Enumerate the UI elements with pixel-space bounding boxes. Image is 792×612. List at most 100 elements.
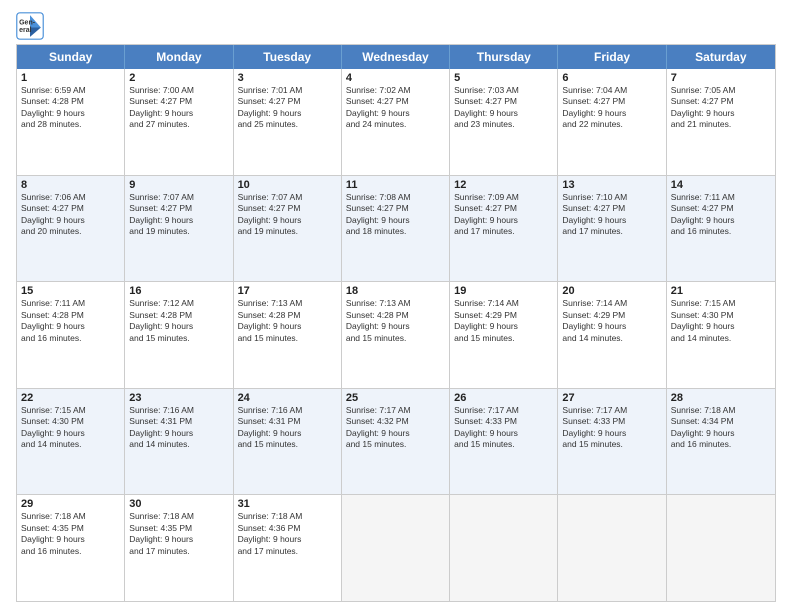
day-number: 6 [562, 72, 661, 84]
day-number: 30 [129, 498, 228, 510]
weekday-header: Sunday [17, 45, 125, 69]
cell-details: Sunrise: 7:14 AMSunset: 4:29 PMDaylight:… [454, 298, 553, 344]
calendar-cell: 13Sunrise: 7:10 AMSunset: 4:27 PMDayligh… [558, 176, 666, 282]
calendar: SundayMondayTuesdayWednesdayThursdayFrid… [16, 44, 776, 602]
calendar-cell: 24Sunrise: 7:16 AMSunset: 4:31 PMDayligh… [234, 389, 342, 495]
cell-details: Sunrise: 7:05 AMSunset: 4:27 PMDaylight:… [671, 85, 771, 131]
day-number: 5 [454, 72, 553, 84]
cell-details: Sunrise: 7:02 AMSunset: 4:27 PMDaylight:… [346, 85, 445, 131]
empty-cell [667, 495, 775, 601]
day-number: 8 [21, 179, 120, 191]
calendar-cell: 25Sunrise: 7:17 AMSunset: 4:32 PMDayligh… [342, 389, 450, 495]
svg-text:Gen-: Gen- [19, 19, 36, 26]
day-number: 3 [238, 72, 337, 84]
cell-details: Sunrise: 7:08 AMSunset: 4:27 PMDaylight:… [346, 192, 445, 238]
cell-details: Sunrise: 7:10 AMSunset: 4:27 PMDaylight:… [562, 192, 661, 238]
calendar-row: 15Sunrise: 7:11 AMSunset: 4:28 PMDayligh… [17, 282, 775, 389]
calendar-cell: 1Sunrise: 6:59 AMSunset: 4:28 PMDaylight… [17, 69, 125, 175]
cell-details: Sunrise: 7:16 AMSunset: 4:31 PMDaylight:… [129, 405, 228, 451]
day-number: 19 [454, 285, 553, 297]
calendar-cell: 15Sunrise: 7:11 AMSunset: 4:28 PMDayligh… [17, 282, 125, 388]
calendar-cell: 19Sunrise: 7:14 AMSunset: 4:29 PMDayligh… [450, 282, 558, 388]
calendar-row: 22Sunrise: 7:15 AMSunset: 4:30 PMDayligh… [17, 389, 775, 496]
calendar-cell: 22Sunrise: 7:15 AMSunset: 4:30 PMDayligh… [17, 389, 125, 495]
cell-details: Sunrise: 7:15 AMSunset: 4:30 PMDaylight:… [21, 405, 120, 451]
cell-details: Sunrise: 7:11 AMSunset: 4:28 PMDaylight:… [21, 298, 120, 344]
calendar-cell: 27Sunrise: 7:17 AMSunset: 4:33 PMDayligh… [558, 389, 666, 495]
calendar-cell: 23Sunrise: 7:16 AMSunset: 4:31 PMDayligh… [125, 389, 233, 495]
cell-details: Sunrise: 7:18 AMSunset: 4:35 PMDaylight:… [129, 511, 228, 557]
cell-details: Sunrise: 7:15 AMSunset: 4:30 PMDaylight:… [671, 298, 771, 344]
cell-details: Sunrise: 7:07 AMSunset: 4:27 PMDaylight:… [129, 192, 228, 238]
cell-details: Sunrise: 7:12 AMSunset: 4:28 PMDaylight:… [129, 298, 228, 344]
weekday-header: Tuesday [234, 45, 342, 69]
calendar-cell: 31Sunrise: 7:18 AMSunset: 4:36 PMDayligh… [234, 495, 342, 601]
cell-details: Sunrise: 7:17 AMSunset: 4:33 PMDaylight:… [562, 405, 661, 451]
day-number: 14 [671, 179, 771, 191]
calendar-cell: 8Sunrise: 7:06 AMSunset: 4:27 PMDaylight… [17, 176, 125, 282]
day-number: 31 [238, 498, 337, 510]
calendar-cell: 30Sunrise: 7:18 AMSunset: 4:35 PMDayligh… [125, 495, 233, 601]
weekday-header: Monday [125, 45, 233, 69]
calendar-row: 29 Sunrise: 7:18 AMSunset: 4:35 PMDayligh… [17, 495, 775, 601]
day-number: 20 [562, 285, 661, 297]
day-number: 11 [346, 179, 445, 191]
cell-details: Sunrise: 7:13 AMSunset: 4:28 PMDaylight:… [346, 298, 445, 344]
cell-details: Sunrise: 7:07 AMSunset: 4:27 PMDaylight:… [238, 192, 337, 238]
calendar-row: 8Sunrise: 7:06 AMSunset: 4:27 PMDaylight… [17, 176, 775, 283]
day-number: 26 [454, 392, 553, 404]
day-number: 17 [238, 285, 337, 297]
calendar-header: SundayMondayTuesdayWednesdayThursdayFrid… [17, 45, 775, 69]
cell-details: Sunrise: 7:06 AMSunset: 4:27 PMDaylight:… [21, 192, 120, 238]
empty-cell [558, 495, 666, 601]
cell-details: Sunrise: 6:59 AMSunset: 4:28 PMDaylight:… [21, 85, 120, 131]
weekday-header: Wednesday [342, 45, 450, 69]
day-number: 23 [129, 392, 228, 404]
day-number: 18 [346, 285, 445, 297]
calendar-cell: 7Sunrise: 7:05 AMSunset: 4:27 PMDaylight… [667, 69, 775, 175]
calendar-cell: 5Sunrise: 7:03 AMSunset: 4:27 PMDaylight… [450, 69, 558, 175]
calendar-cell: 3Sunrise: 7:01 AMSunset: 4:27 PMDaylight… [234, 69, 342, 175]
cell-details: Sunrise: 7:13 AMSunset: 4:28 PMDaylight:… [238, 298, 337, 344]
cell-details: Sunrise: 7:11 AMSunset: 4:27 PMDaylight:… [671, 192, 771, 238]
cell-details: Sunrise: 7:01 AMSunset: 4:27 PMDaylight:… [238, 85, 337, 131]
calendar-body: 1Sunrise: 6:59 AMSunset: 4:28 PMDaylight… [17, 69, 775, 601]
day-number: 1 [21, 72, 120, 84]
calendar-cell: 26Sunrise: 7:17 AMSunset: 4:33 PMDayligh… [450, 389, 558, 495]
cell-details: Sunrise: 7:18 AMSunset: 4:34 PMDaylight:… [671, 405, 771, 451]
day-number: 13 [562, 179, 661, 191]
calendar-cell: 14Sunrise: 7:11 AMSunset: 4:27 PMDayligh… [667, 176, 775, 282]
calendar-cell: 10Sunrise: 7:07 AMSunset: 4:27 PMDayligh… [234, 176, 342, 282]
logo: Gen- eral [16, 12, 48, 40]
cell-details: Sunrise: 7:03 AMSunset: 4:27 PMDaylight:… [454, 85, 553, 131]
day-number: 21 [671, 285, 771, 297]
page: Gen- eral SundayMondayTuesdayWednesdayTh… [0, 0, 792, 612]
header: Gen- eral [16, 12, 776, 40]
day-number: 2 [129, 72, 228, 84]
day-number: 12 [454, 179, 553, 191]
weekday-header: Thursday [450, 45, 558, 69]
calendar-cell: 16Sunrise: 7:12 AMSunset: 4:28 PMDayligh… [125, 282, 233, 388]
calendar-cell: 4Sunrise: 7:02 AMSunset: 4:27 PMDaylight… [342, 69, 450, 175]
cell-details: Sunrise: 7:17 AMSunset: 4:32 PMDaylight:… [346, 405, 445, 451]
logo-icon: Gen- eral [16, 12, 44, 40]
calendar-cell: 20Sunrise: 7:14 AMSunset: 4:29 PMDayligh… [558, 282, 666, 388]
day-number: 10 [238, 179, 337, 191]
day-number: 28 [671, 392, 771, 404]
day-number: 15 [21, 285, 120, 297]
empty-cell [342, 495, 450, 601]
weekday-header: Friday [558, 45, 666, 69]
calendar-cell: 6Sunrise: 7:04 AMSunset: 4:27 PMDaylight… [558, 69, 666, 175]
calendar-row: 1Sunrise: 6:59 AMSunset: 4:28 PMDaylight… [17, 69, 775, 176]
cell-details: Sunrise: 7:16 AMSunset: 4:31 PMDaylight:… [238, 405, 337, 451]
day-number: 29 [21, 498, 120, 510]
calendar-cell: 11Sunrise: 7:08 AMSunset: 4:27 PMDayligh… [342, 176, 450, 282]
cell-details: Sunrise: 7:04 AMSunset: 4:27 PMDaylight:… [562, 85, 661, 131]
calendar-cell: 12Sunrise: 7:09 AMSunset: 4:27 PMDayligh… [450, 176, 558, 282]
empty-cell [450, 495, 558, 601]
calendar-cell: 17Sunrise: 7:13 AMSunset: 4:28 PMDayligh… [234, 282, 342, 388]
calendar-cell: 9Sunrise: 7:07 AMSunset: 4:27 PMDaylight… [125, 176, 233, 282]
cell-details: Sunrise: 7:00 AMSunset: 4:27 PMDaylight:… [129, 85, 228, 131]
calendar-cell: 28Sunrise: 7:18 AMSunset: 4:34 PMDayligh… [667, 389, 775, 495]
weekday-header: Saturday [667, 45, 775, 69]
